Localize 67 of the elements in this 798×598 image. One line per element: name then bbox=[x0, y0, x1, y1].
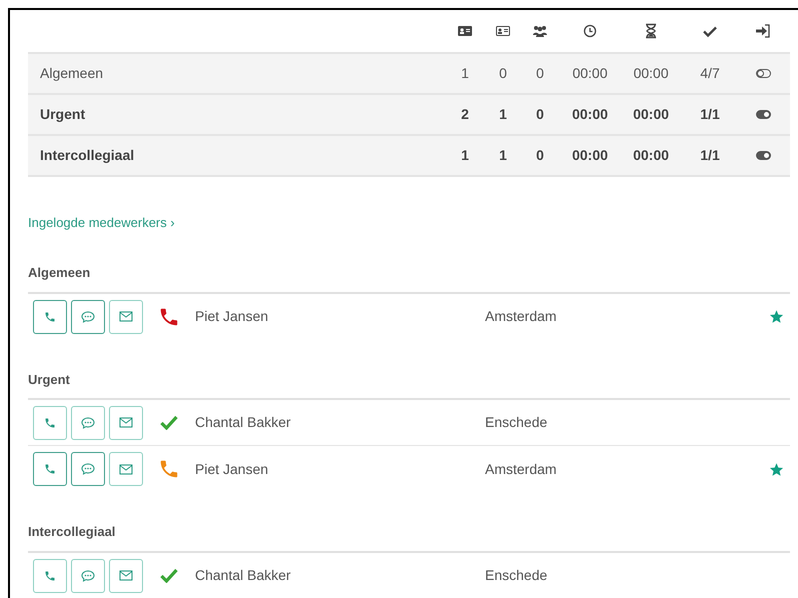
mail-icon bbox=[119, 464, 133, 474]
person-city: Enschede bbox=[485, 566, 548, 585]
chat-button[interactable] bbox=[71, 558, 105, 592]
phone-icon bbox=[44, 463, 56, 475]
table-cell-text: 00:00 bbox=[632, 64, 670, 83]
phone-icon bbox=[44, 416, 56, 428]
table-cell-text: 00:00 bbox=[571, 64, 609, 83]
queue-name: Algemeen bbox=[40, 64, 104, 83]
person-name: Piet Jansen bbox=[195, 307, 270, 326]
toggle-switch[interactable] bbox=[756, 110, 770, 119]
table-cell-text: 0 bbox=[535, 64, 545, 83]
person-city: Enschede bbox=[485, 413, 548, 432]
table-cell-text: 1/1 bbox=[699, 105, 721, 124]
mail-button[interactable] bbox=[109, 558, 143, 592]
table-cell-text: 2 bbox=[460, 105, 470, 124]
mail-button[interactable] bbox=[109, 406, 143, 440]
table-cell-text: 1 bbox=[498, 105, 508, 124]
chat-button[interactable] bbox=[71, 300, 105, 334]
person-city: Amsterdam bbox=[485, 460, 558, 478]
mail-icon bbox=[119, 570, 133, 581]
users-icon bbox=[532, 23, 548, 39]
hourglass-icon bbox=[643, 23, 659, 39]
person-name: Chantal Bakker bbox=[195, 566, 292, 585]
table-cell-text: 00:00 bbox=[571, 146, 609, 165]
id-card-icon bbox=[495, 23, 511, 39]
chat-icon bbox=[81, 310, 95, 322]
table-cell-text: 0 bbox=[535, 105, 545, 124]
phone-button[interactable] bbox=[33, 406, 67, 440]
table-cell-text: 00:00 bbox=[571, 105, 609, 124]
phone-button[interactable] bbox=[33, 300, 67, 334]
chat-button[interactable] bbox=[71, 406, 105, 440]
chat-button[interactable] bbox=[71, 452, 105, 486]
table-cell-text: 1 bbox=[460, 146, 470, 165]
toggle-switch[interactable] bbox=[756, 69, 770, 78]
mail-icon bbox=[119, 311, 133, 322]
person-name: Piet Jansen bbox=[195, 460, 270, 478]
person-city: Amsterdam bbox=[485, 307, 558, 326]
phone-button[interactable] bbox=[33, 452, 67, 486]
table-cell-text: 1 bbox=[498, 146, 508, 165]
chat-icon bbox=[81, 463, 95, 475]
id-card-icon bbox=[457, 23, 473, 39]
toggle-switch[interactable] bbox=[756, 151, 770, 160]
table-cell-text: 00:00 bbox=[632, 105, 670, 124]
table-cell-text: 0 bbox=[535, 146, 545, 165]
queue-name: Intercollegiaal bbox=[40, 146, 136, 165]
group-title: Urgent bbox=[28, 370, 790, 400]
logged-in-link[interactable]: Ingelogde medewerkers › bbox=[28, 215, 175, 230]
queue-name: Urgent bbox=[40, 105, 86, 124]
person-name: Chantal Bakker bbox=[195, 413, 292, 432]
mail-button[interactable] bbox=[109, 300, 143, 334]
mail-button[interactable] bbox=[109, 452, 143, 486]
group-title: Algemeen bbox=[28, 263, 790, 294]
phone-button[interactable] bbox=[33, 558, 67, 592]
chat-icon bbox=[81, 570, 95, 582]
clock-icon bbox=[582, 23, 598, 39]
table-cell-text: 00:00 bbox=[632, 146, 670, 165]
table-cell-text: 1 bbox=[460, 64, 470, 83]
mail-icon bbox=[119, 417, 133, 428]
table-cell-text: 0 bbox=[498, 64, 508, 83]
chat-icon bbox=[81, 416, 95, 428]
group-title: Intercollegiaal bbox=[28, 522, 790, 552]
sign-in-icon bbox=[755, 23, 771, 39]
phone-icon bbox=[44, 310, 56, 322]
table-cell-text: 4/7 bbox=[699, 64, 721, 83]
phone-icon bbox=[44, 570, 56, 582]
table-cell-text: 1/1 bbox=[699, 146, 721, 165]
phone-icon bbox=[158, 458, 180, 480]
